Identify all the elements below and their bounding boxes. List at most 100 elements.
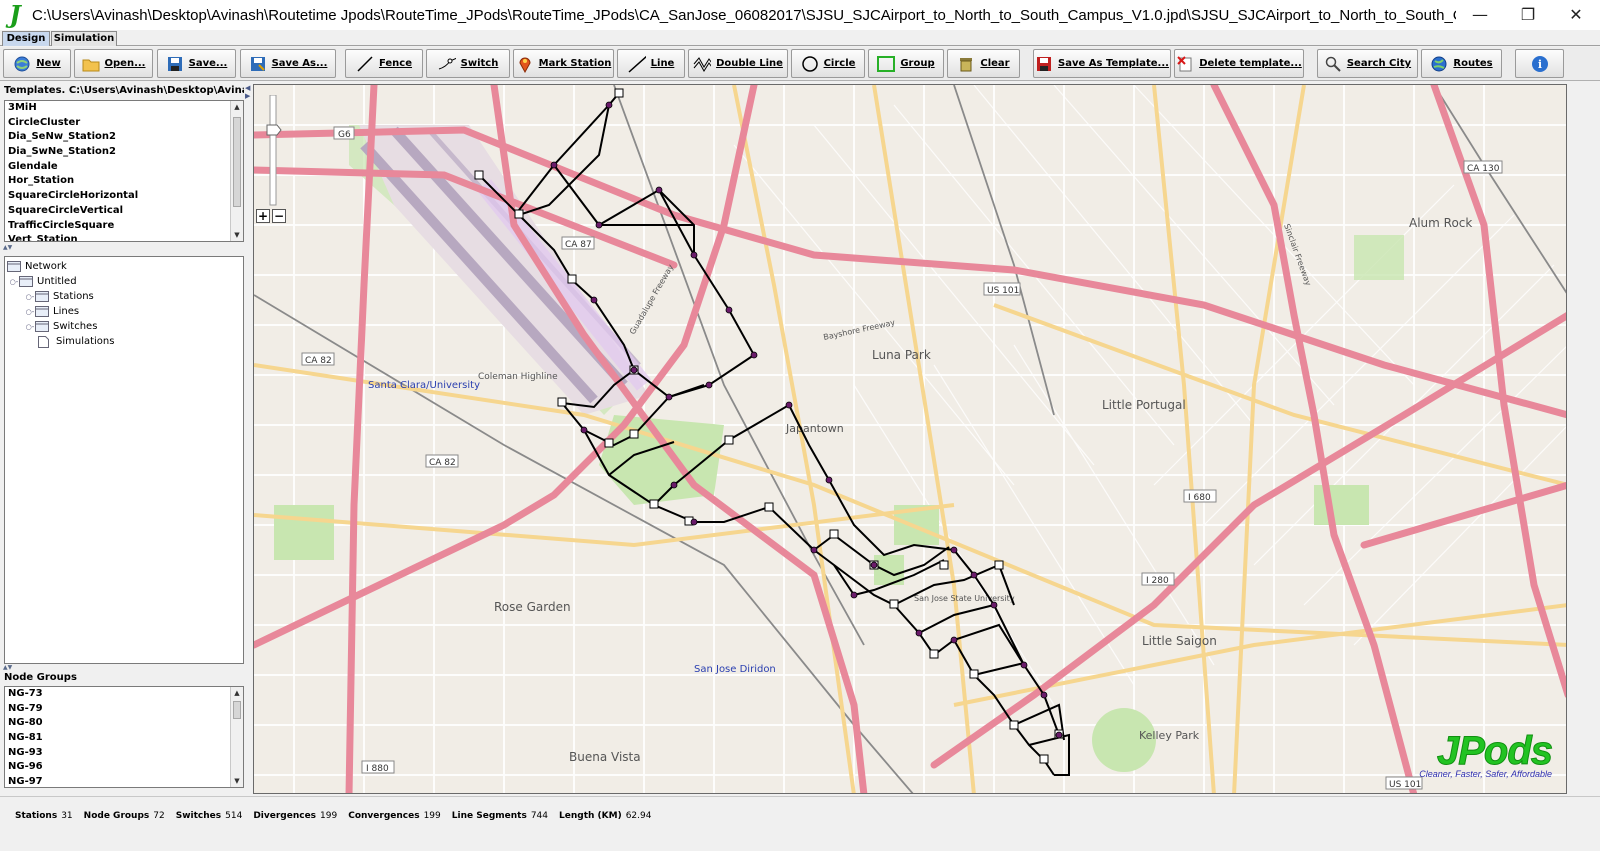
expand-toggle-icon[interactable]: ○-	[25, 293, 35, 301]
scroll-thumb[interactable]	[233, 701, 241, 719]
scroll-up-arrow-icon[interactable]: ▲	[231, 101, 243, 113]
svg-text:US 101: US 101	[1389, 780, 1421, 790]
svg-text:CA 130: CA 130	[1467, 164, 1500, 174]
expand-toggle-icon[interactable]: ○-	[9, 278, 19, 286]
zoom-out-button[interactable]: −	[272, 209, 286, 223]
tree-node-simulations[interactable]: Simulations	[5, 334, 243, 349]
splitter-handle[interactable]: ▲▼	[0, 245, 248, 251]
network-tree: Network ○- Untitled ○- Stations ○- Lines…	[4, 256, 244, 664]
save-as-icon	[249, 55, 267, 73]
node-group-item[interactable]: NG-97	[5, 775, 243, 787]
expand-toggle-icon[interactable]: ○-	[25, 323, 35, 331]
svg-text:Alum Rock: Alum Rock	[1409, 216, 1472, 230]
node-group-item[interactable]: NG-80	[5, 716, 243, 731]
bottom-strip	[0, 834, 1600, 851]
node-group-item[interactable]: NG-73	[5, 687, 243, 702]
tree-node-stations[interactable]: ○- Stations	[5, 289, 243, 304]
svg-text:I 680: I 680	[1188, 493, 1211, 503]
clear-button[interactable]: Clear	[947, 49, 1020, 78]
minimize-button[interactable]: —	[1456, 0, 1504, 30]
open-button[interactable]: Open...	[74, 49, 153, 78]
scroll-down-arrow-icon[interactable]: ▼	[231, 229, 243, 241]
stat-convergences: Convergences 199	[348, 810, 441, 821]
close-button[interactable]: ✕	[1552, 0, 1600, 30]
scroll-up-arrow-icon[interactable]: ▲	[231, 687, 243, 699]
template-item[interactable]: Hor_Station	[5, 174, 243, 189]
template-item[interactable]: CircleCluster	[5, 116, 243, 131]
node-groups-scrollbar[interactable]: ▲ ▼	[230, 687, 243, 787]
svg-text:Little Portugal: Little Portugal	[1102, 398, 1186, 412]
scroll-down-arrow-icon[interactable]: ▼	[231, 775, 243, 787]
line-button[interactable]: Line	[617, 49, 685, 78]
restore-button[interactable]: ❐	[1504, 0, 1552, 30]
app-logo-icon: J	[9, 0, 21, 29]
template-item[interactable]: Dia_SeNw_Station2	[5, 130, 243, 145]
tree-node-network[interactable]: Network	[5, 259, 243, 274]
search-city-button[interactable]: Search City	[1317, 49, 1418, 78]
save-as-template-button[interactable]: Save As Template...	[1033, 49, 1171, 78]
svg-text:Buena Vista: Buena Vista	[569, 750, 641, 764]
stat-divergences: Divergences 199	[253, 810, 338, 821]
node-group-item[interactable]: NG-93	[5, 746, 243, 761]
template-item[interactable]: Glendale	[5, 160, 243, 175]
templates-list: 3MiH CircleCluster Dia_SeNw_Station2 Dia…	[4, 100, 244, 242]
template-item[interactable]: TrafficCircleSquare	[5, 219, 243, 234]
template-item[interactable]: Dia_SwNe_Station2	[5, 145, 243, 160]
stat-node-groups: Node Groups 72	[83, 810, 165, 821]
template-item[interactable]: SquareCircleHorizontal	[5, 189, 243, 204]
stat-length-km: Length (KM) 62.94	[559, 810, 652, 821]
circle-button[interactable]: Circle	[791, 49, 865, 78]
folder-open-icon	[82, 55, 100, 73]
template-item[interactable]: 3MiH	[5, 101, 243, 116]
save-as-button[interactable]: Save As...	[240, 49, 336, 78]
svg-text:Luna Park: Luna Park	[872, 348, 931, 362]
routes-button[interactable]: Routes	[1421, 49, 1502, 78]
expand-toggle-icon[interactable]: ○-	[25, 308, 35, 316]
svg-text:US 101: US 101	[987, 286, 1019, 296]
splitter-handle[interactable]: ▲▼	[0, 665, 248, 671]
tree-node-lines[interactable]: ○- Lines	[5, 304, 243, 319]
tree-node-switches[interactable]: ○- Switches	[5, 319, 243, 334]
tab-simulation[interactable]: Simulation	[51, 31, 117, 46]
jpods-brand-logo: JPods Cleaner, Faster, Safer, Affordable	[1419, 729, 1553, 780]
panel-collapse-arrows[interactable]: ◀ ▶	[245, 84, 253, 100]
info-button[interactable]: i	[1515, 49, 1564, 78]
left-panel: Templates. C:\Users\Avinash\Desktop\Avin…	[0, 82, 250, 810]
template-item[interactable]: SquareCircleVertical	[5, 204, 243, 219]
delete-document-icon	[1176, 55, 1194, 73]
template-item[interactable]: Vert_Station	[5, 233, 243, 241]
delete-template-button[interactable]: Delete template...	[1174, 49, 1304, 78]
window-title: C:\Users\Avinash\Desktop\Avinash\Routeti…	[32, 6, 1456, 24]
tab-strip: Design Simulation	[0, 30, 1600, 46]
network-folder-icon	[7, 261, 21, 272]
group-button[interactable]: Group	[868, 49, 944, 78]
switch-button[interactable]: Switch	[426, 49, 510, 78]
double-line-button[interactable]: Double Line	[688, 49, 788, 78]
save-button[interactable]: Save...	[157, 49, 236, 78]
map-canvas[interactable]: G6 CA 87 CA 82 CA 82 US 101 I 680 I 280 …	[253, 84, 1567, 794]
circle-icon	[801, 55, 819, 73]
scroll-thumb[interactable]	[233, 117, 241, 207]
svg-text:Rose Garden: Rose Garden	[494, 600, 571, 614]
svg-text:i: i	[1537, 58, 1541, 71]
node-group-item[interactable]: NG-81	[5, 731, 243, 746]
templates-scrollbar[interactable]: ▲ ▼	[230, 101, 243, 241]
svg-text:Japantown: Japantown	[785, 422, 844, 435]
globe-routes-icon	[1430, 55, 1448, 73]
node-groups-header: Node Groups	[4, 672, 77, 683]
zoom-in-button[interactable]: +	[256, 209, 270, 223]
tree-node-untitled[interactable]: ○- Untitled	[5, 274, 243, 289]
node-group-item[interactable]: NG-79	[5, 702, 243, 717]
group-square-icon	[877, 55, 896, 73]
fence-button[interactable]: Fence	[345, 49, 423, 78]
folder-icon	[35, 291, 49, 302]
tab-design[interactable]: Design	[2, 31, 50, 46]
svg-text:Kelley Park: Kelley Park	[1139, 729, 1200, 742]
mark-station-button[interactable]: Mark Station	[513, 49, 614, 78]
search-icon	[1324, 55, 1342, 73]
node-group-item[interactable]: NG-96	[5, 760, 243, 775]
status-bar: Stations 31 Node Groups 72 Switches 514 Div…	[0, 796, 1600, 834]
info-icon: i	[1531, 55, 1549, 73]
stat-line-segments: Line Segments 744	[451, 810, 548, 821]
new-button[interactable]: New	[3, 49, 71, 78]
